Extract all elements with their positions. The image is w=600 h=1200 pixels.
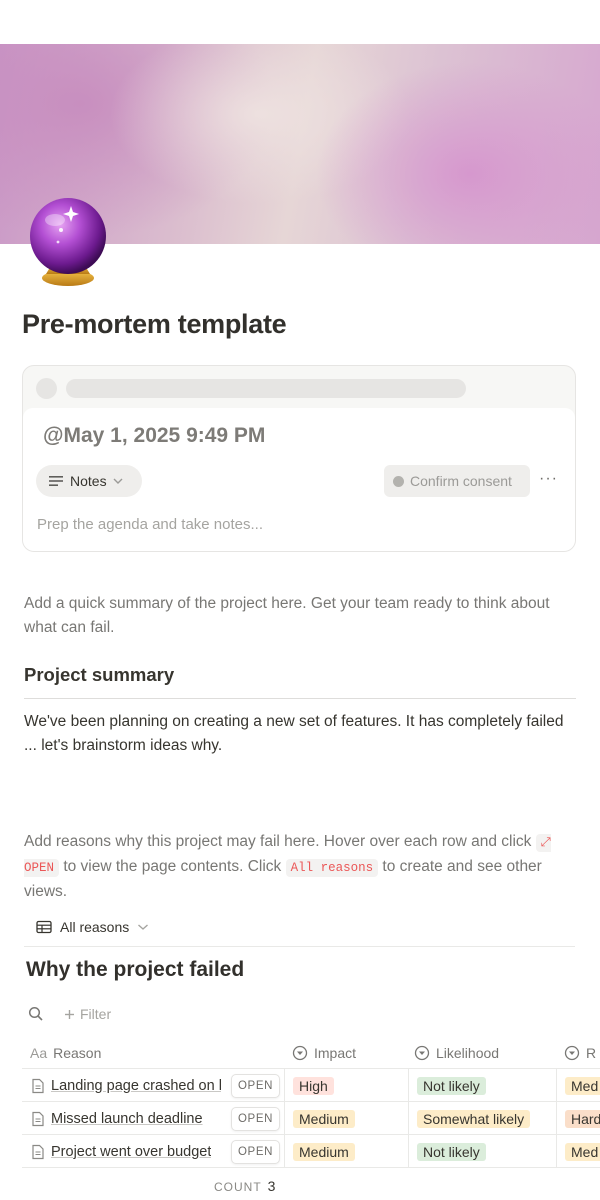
confirm-consent-button[interactable]: Confirm consent: [384, 465, 530, 497]
count-label: COUNT: [214, 1180, 262, 1194]
column-header-extra[interactable]: R: [564, 1036, 596, 1069]
view-tab-all-reasons[interactable]: All reasons: [36, 916, 149, 938]
instructions-part1: Add reasons why this project may fail he…: [24, 833, 536, 850]
reasons-table: Aa Reason Impact Likelihood R Landing pa…: [22, 1036, 600, 1168]
column-label: R: [586, 1044, 597, 1061]
column-label: Reason: [53, 1044, 102, 1061]
summary-heading: Project summary: [24, 664, 175, 685]
view-tab-label: All reasons: [60, 919, 130, 935]
filter-label: Filter: [80, 1006, 112, 1022]
plus-icon: [65, 1009, 74, 1019]
reason-text[interactable]: Landing page crashed on launch: [51, 1078, 221, 1094]
likelihood-cell[interactable]: Not likely: [408, 1069, 556, 1102]
divider: [24, 698, 576, 699]
likelihood-cell[interactable]: Not likely: [408, 1135, 556, 1168]
summary-text: We've been planning on creating a new se…: [24, 713, 564, 754]
reason-text[interactable]: Project went over budget: [51, 1144, 211, 1160]
extra-tag: Med: [565, 1142, 600, 1161]
all-reasons-inline-code: All reasons: [285, 859, 379, 877]
chevron-down-icon: [113, 478, 123, 484]
page-icon: [32, 1078, 44, 1093]
meeting-notes-block[interactable]: @May 1, 2025 9:49 PM Notes Confirm conse…: [22, 365, 576, 552]
column-label: Impact: [314, 1044, 357, 1061]
more-options-icon[interactable]: ···: [539, 470, 558, 488]
count-value: 3: [267, 1178, 276, 1194]
select-property-icon: [292, 1045, 308, 1060]
column-header-impact[interactable]: Impact: [292, 1036, 356, 1069]
impact-cell[interactable]: Medium: [284, 1102, 408, 1135]
row-count[interactable]: COUNT 3: [214, 1178, 275, 1194]
notes-tab-button[interactable]: Notes: [36, 465, 142, 497]
impact-tag: High: [293, 1076, 334, 1095]
impact-cell[interactable]: High: [284, 1069, 408, 1102]
open-button[interactable]: OPEN: [231, 1140, 280, 1164]
table-row[interactable]: Landing page crashed on launch OPEN High…: [22, 1069, 600, 1102]
record-dot-icon: [393, 475, 404, 487]
text-lines-icon: [49, 476, 63, 486]
impact-tag: Medium: [293, 1109, 355, 1128]
crystal-ball-icon: [30, 198, 106, 286]
reason-cell[interactable]: Project went over budget OPEN: [22, 1135, 284, 1168]
likelihood-tag: Not likely: [417, 1076, 486, 1095]
instructions-text: Add reasons why this project may fail he…: [24, 830, 580, 904]
likelihood-tag: Not likely: [417, 1142, 486, 1161]
reason-text[interactable]: Missed launch deadline: [51, 1111, 203, 1127]
loading-avatar-placeholder: [36, 378, 57, 399]
database-title[interactable]: Why the project failed: [26, 958, 244, 982]
table-row[interactable]: Project went over budget OPEN Medium Not…: [22, 1135, 600, 1168]
likelihood-tag: Somewhat likely: [417, 1109, 531, 1128]
view-tabs-divider: [24, 946, 575, 947]
extra-tag: Med: [565, 1076, 600, 1095]
extra-cell[interactable]: Med: [556, 1069, 600, 1102]
page-icon: [32, 1111, 44, 1126]
extra-cell[interactable]: Med: [556, 1135, 600, 1168]
meeting-header: [23, 366, 575, 408]
add-filter-button[interactable]: Filter: [64, 1006, 111, 1022]
confirm-consent-label: Confirm consent: [410, 473, 512, 489]
open-button[interactable]: OPEN: [231, 1074, 280, 1098]
instructions-part2: to view the page contents. Click: [59, 858, 286, 875]
select-property-icon: [414, 1045, 430, 1060]
reason-cell[interactable]: Landing page crashed on launch OPEN: [22, 1069, 284, 1102]
column-label: Likelihood: [436, 1044, 500, 1061]
notes-input-placeholder[interactable]: Prep the agenda and take notes...: [37, 516, 263, 533]
notes-label: Notes: [70, 473, 107, 489]
impact-tag: Medium: [293, 1142, 355, 1161]
column-header-likelihood[interactable]: Likelihood: [414, 1036, 499, 1069]
meeting-date[interactable]: @May 1, 2025 9:49 PM: [43, 424, 265, 448]
impact-cell[interactable]: Medium: [284, 1135, 408, 1168]
search-icon[interactable]: [28, 1006, 44, 1022]
table-icon: [36, 920, 52, 934]
extra-cell[interactable]: Hard: [556, 1102, 600, 1135]
reason-cell[interactable]: Missed launch deadline OPEN: [22, 1102, 284, 1135]
select-property-icon: [564, 1045, 580, 1060]
table-header: Aa Reason Impact Likelihood R: [22, 1036, 600, 1069]
likelihood-cell[interactable]: Somewhat likely: [408, 1102, 556, 1135]
open-button[interactable]: OPEN: [231, 1107, 280, 1131]
intro-text: Add a quick summary of the project here.…: [24, 595, 550, 636]
table-row[interactable]: Missed launch deadline OPEN Medium Somew…: [22, 1102, 600, 1135]
meeting-body: @May 1, 2025 9:49 PM Notes Confirm conse…: [23, 408, 575, 551]
chevron-down-icon: [138, 924, 149, 930]
loading-title-placeholder: [66, 379, 466, 398]
page-title: Pre-mortem template: [22, 309, 287, 339]
text-property-icon: Aa: [30, 1044, 48, 1061]
page-icon: [32, 1144, 44, 1159]
column-header-reason[interactable]: Aa Reason: [30, 1036, 101, 1069]
extra-tag: Hard: [565, 1109, 600, 1128]
